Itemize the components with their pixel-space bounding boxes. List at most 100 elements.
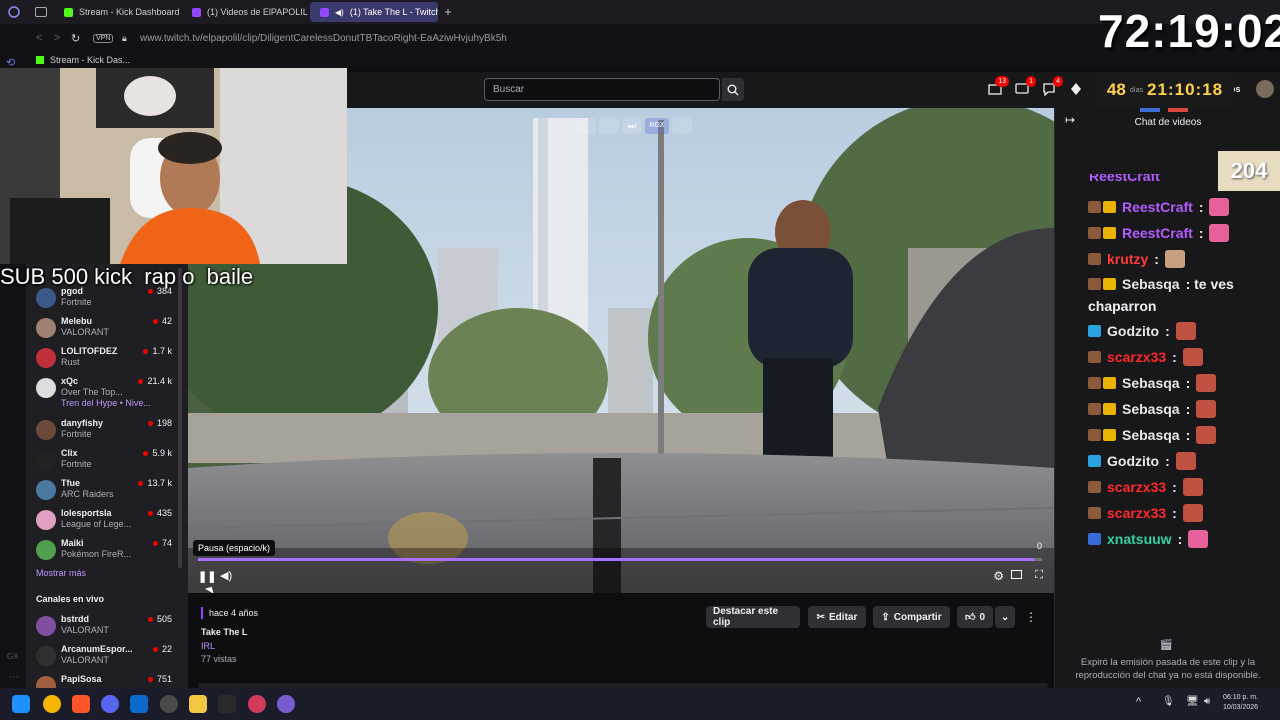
chat-username[interactable]: krutzy xyxy=(1107,251,1148,267)
share-button[interactable]: ⇪ Compartir xyxy=(873,606,950,628)
new-tab-icon[interactable]: + xyxy=(438,5,458,19)
taskbar-opera-gx-icon[interactable] xyxy=(248,695,266,713)
tray-chevron-up-icon[interactable]: ^ xyxy=(1136,696,1141,708)
channel-name: Melebu xyxy=(61,316,93,326)
chat-username[interactable]: Godzito xyxy=(1107,453,1159,469)
back-icon[interactable]: < xyxy=(36,32,42,44)
sidebar-channel[interactable]: Tfue ARC Raiders 13.7 k xyxy=(34,476,184,504)
avatar[interactable] xyxy=(1256,80,1274,98)
tab-videos-elpapolil[interactable]: (1) Videos de ElPAPOLIL - xyxy=(182,2,310,22)
fullscreen-icon[interactable]: ⛶ xyxy=(1035,569,1043,582)
taskbar-discord-icon[interactable] xyxy=(101,695,119,713)
whispers-badge: 1 xyxy=(1026,76,1036,87)
url-field[interactable]: www.twitch.tv/elpapolil/clip/DiligentCar… xyxy=(140,33,507,44)
overlay-bar-red xyxy=(1168,108,1188,112)
sidebar-channel[interactable]: Melebu VALORANT 42 xyxy=(34,314,184,342)
sidebar-channel[interactable]: Maiki Pokémon FireR... 74 xyxy=(34,536,184,564)
browser-logo-icon[interactable] xyxy=(0,6,28,18)
tray-mic-icon[interactable]: 🎙︎ xyxy=(1162,696,1175,707)
taskbar-store-icon[interactable] xyxy=(130,695,148,713)
chat-emote-icon xyxy=(1196,374,1217,392)
taskbar-gamepad-icon[interactable] xyxy=(218,695,236,713)
show-more-link[interactable]: Mostrar más xyxy=(36,568,86,578)
overlay-bar-blue xyxy=(1140,108,1160,112)
live-channel[interactable]: bstrdd VALORANT 505 xyxy=(34,612,184,640)
bits-button[interactable] xyxy=(1069,82,1083,96)
chat-username[interactable]: Sebasqa xyxy=(1122,401,1180,417)
chat-username[interactable]: Godzito xyxy=(1107,323,1159,339)
chat-username[interactable]: ReestCraft xyxy=(1122,225,1193,241)
countdown-days-label: días xyxy=(1129,86,1144,94)
kick-favicon-icon xyxy=(64,7,73,17)
theater-mode-icon[interactable] xyxy=(1011,570,1022,579)
live-channel[interactable]: ArcanumEspor... VALORANT 22 xyxy=(34,642,184,670)
clip-category-link[interactable]: IRL xyxy=(201,641,215,651)
forward-icon[interactable]: > xyxy=(54,32,60,44)
channel-viewers: 1.7 k xyxy=(143,346,172,356)
sidebar-channel[interactable]: danyfishy Fortnite 198 xyxy=(34,416,184,444)
chat-badge-icon xyxy=(1088,403,1101,415)
pause-button[interactable]: ❚❚ xyxy=(198,570,216,583)
kebab-menu-icon[interactable]: ⋮ xyxy=(1025,610,1037,624)
chat-username[interactable]: scarzx33 xyxy=(1107,349,1166,365)
sidebar-channel[interactable]: Clix Fortnite 5.9 k xyxy=(34,446,184,474)
channel-avatar xyxy=(36,348,56,368)
sidebar-channel[interactable]: lolesportsla League of Lege... 435 xyxy=(34,506,184,534)
chat-username[interactable]: Sebasqa xyxy=(1122,375,1180,391)
chat-username[interactable]: scarzx33 xyxy=(1107,479,1166,495)
inbox-button[interactable]: 13 xyxy=(988,76,1009,96)
exit-icon[interactable] xyxy=(599,118,619,134)
theater-icon[interactable] xyxy=(672,118,692,134)
whispers-button[interactable]: 1 xyxy=(1015,76,1036,96)
windows-start-icon[interactable] xyxy=(12,695,30,713)
sidebar-channel[interactable]: xQc Over The Top... 21.4 k Tren del Hype • … xyxy=(34,374,184,408)
reload-icon[interactable]: ↻ xyxy=(71,32,80,45)
chat-username[interactable]: ReestCraft xyxy=(1122,199,1193,215)
chat-message: Sebasqa: xyxy=(1088,426,1217,444)
lock-icon[interactable]: 🔒︎ xyxy=(122,33,127,44)
tray-volume-icon[interactable]: 🔊︎ xyxy=(1204,696,1210,707)
chat-username[interactable]: Sebasqa xyxy=(1122,276,1180,292)
chat-text: : xyxy=(1198,199,1204,215)
skip-icon[interactable]: ⏭ xyxy=(622,118,642,134)
chat-emote-icon xyxy=(1182,504,1203,522)
taskbar-folder-icon[interactable] xyxy=(189,695,207,713)
volume-icon[interactable]: ◀) xyxy=(220,569,232,582)
progress-track[interactable] xyxy=(198,558,1042,561)
chat-badge-icon xyxy=(1088,533,1101,545)
audio-playing-icon[interactable]: ◀) xyxy=(335,8,344,17)
taskbar-coin-app-icon[interactable] xyxy=(43,695,61,713)
search-input[interactable]: Buscar xyxy=(484,78,720,101)
like-button[interactable]: 👍︎ 0 xyxy=(957,606,993,628)
bookmark-kick-dashboard[interactable]: Stream - Kick Das... xyxy=(50,55,130,65)
tab-take-the-l[interactable]: ◀) (1) Take The L - Twitch xyxy=(310,2,438,22)
rail-gx-icon[interactable]: GX xyxy=(7,652,19,661)
tray-network-icon[interactable]: 🖥︎ xyxy=(1186,696,1199,707)
chat-badge-icon xyxy=(1103,278,1116,290)
popout-icon[interactable] xyxy=(576,118,596,134)
channel-viewers: 22 xyxy=(153,644,172,654)
chat-username[interactable]: Sebasqa xyxy=(1122,427,1180,443)
tab-label: (1) Take The L - Twitch xyxy=(349,7,438,17)
taskbar-obs-icon[interactable] xyxy=(160,695,178,713)
taskbar-app-icon[interactable] xyxy=(277,695,295,713)
tab-kick-dashboard[interactable]: Stream - Kick Dashboard xyxy=(54,2,182,22)
vpn-badge[interactable]: VPN xyxy=(93,33,114,43)
notifications-button[interactable]: 4 xyxy=(1042,76,1063,97)
feature-clip-button[interactable]: Destacar este clip xyxy=(706,606,800,628)
more-options-chevron[interactable]: ⌄ xyxy=(995,606,1015,628)
settings-icon[interactable]: ⚙ xyxy=(993,569,1004,583)
edit-button[interactable]: ✂ Editar xyxy=(808,606,866,628)
chat-text: : xyxy=(1185,401,1191,417)
quality-badge[interactable]: RGX xyxy=(645,118,669,134)
sidebar-channel[interactable]: LOLITOFDEZ Rust 1.7 k xyxy=(34,344,184,372)
tray-clock[interactable]: 06:10 p. m. 10/03/2026 xyxy=(1223,693,1258,713)
taskbar-brave-icon[interactable] xyxy=(72,695,90,713)
chat-username[interactable]: scarzx33 xyxy=(1107,505,1166,521)
share-icon: ⇪ xyxy=(881,611,890,623)
live-channel[interactable]: PapiSosa 751 xyxy=(34,672,184,688)
rail-more-icon[interactable]: ⋯ xyxy=(9,672,19,683)
search-button[interactable] xyxy=(722,78,744,101)
workspaces-icon[interactable] xyxy=(28,7,54,17)
chat-username[interactable]: xnatsuuw xyxy=(1107,531,1172,547)
